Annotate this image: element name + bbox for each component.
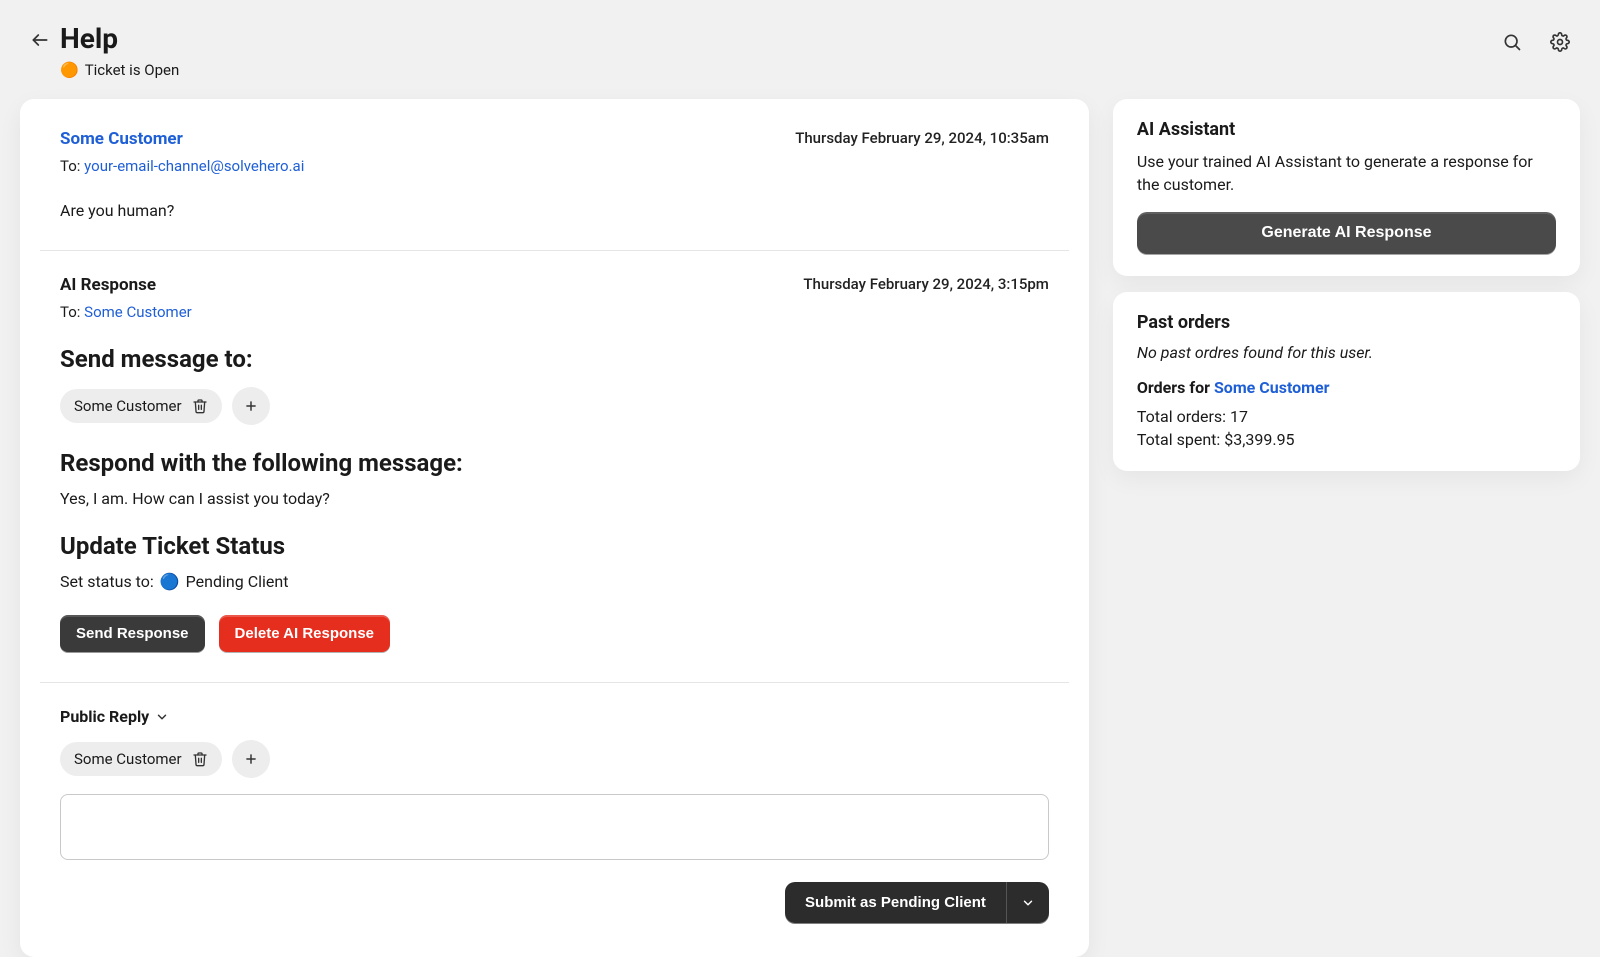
total-spent-label: Total spent: <box>1137 430 1220 449</box>
sidebar: AI Assistant Use your trained AI Assista… <box>1113 99 1580 957</box>
ai-response-block: AI Response Thursday February 29, 2024, … <box>60 275 1049 672</box>
submit-button[interactable]: Submit as Pending Client <box>785 882 1006 923</box>
status-circle-icon: 🔵 <box>160 572 180 591</box>
ai-assistant-desc: Use your trained AI Assistant to generat… <box>1137 150 1556 196</box>
total-spent-line: Total spent: $3,399.95 <box>1137 430 1556 449</box>
response-body: Yes, I am. How can I assist you today? <box>60 489 1049 508</box>
to-line: To: your-email-channel@solvehero.ai <box>60 157 1049 175</box>
ai-to-line: To: Some Customer <box>60 303 1049 321</box>
ticket-status: 🟠 Ticket is Open <box>60 61 179 79</box>
respond-heading: Respond with the following message: <box>60 449 1049 477</box>
to-label: To: <box>60 157 80 175</box>
back-arrow-icon[interactable] <box>30 30 50 50</box>
orders-for-line: Orders for Some Customer <box>1137 378 1556 397</box>
set-status-line: Set status to: 🔵 Pending Client <box>60 572 1049 591</box>
ai-action-row: Send Response Delete AI Response <box>60 615 1049 652</box>
customer-message: Some Customer Thursday February 29, 2024… <box>60 129 1049 240</box>
past-orders-title: Past orders <box>1137 312 1556 333</box>
total-orders-value: 17 <box>1230 407 1248 426</box>
set-status-prefix: Set status to: <box>60 572 154 591</box>
reply-type-label: Public Reply <box>60 707 149 726</box>
trash-icon[interactable] <box>192 398 208 414</box>
title-block: Help 🟠 Ticket is Open <box>60 22 179 79</box>
search-icon[interactable] <box>1502 32 1522 52</box>
generate-ai-response-button[interactable]: Generate AI Response <box>1137 212 1556 254</box>
ai-to-link[interactable]: Some Customer <box>84 303 192 321</box>
orders-for-label: Orders for <box>1137 378 1210 397</box>
ai-response-title: AI Response <box>60 275 156 295</box>
to-email-link[interactable]: your-email-channel@solvehero.ai <box>84 157 304 175</box>
trash-icon[interactable] <box>192 751 208 767</box>
reply-add-recipient-button[interactable] <box>232 740 270 778</box>
divider <box>40 682 1069 683</box>
reply-chip-row: Some Customer <box>60 740 1049 778</box>
reply-section: Public Reply Some Customer <box>50 707 1059 923</box>
sender-link[interactable]: Some Customer <box>60 129 183 149</box>
past-orders-card: Past orders No past ordres found for thi… <box>1113 292 1580 471</box>
gear-icon[interactable] <box>1550 32 1570 52</box>
chevron-down-icon <box>155 710 169 724</box>
page-header: Help 🟠 Ticket is Open <box>0 0 1600 89</box>
header-right <box>1502 32 1570 52</box>
total-orders-line: Total orders: 17 <box>1137 407 1556 426</box>
reply-recipient-chip: Some Customer <box>60 742 222 776</box>
header-left: Help 🟠 Ticket is Open <box>30 22 179 79</box>
send-to-chip-row: Some Customer <box>60 387 1049 425</box>
send-to-heading: Send message to: <box>60 345 1049 373</box>
no-orders-note: No past ordres found for this user. <box>1137 343 1556 362</box>
total-spent-value: $3,399.95 <box>1224 430 1294 449</box>
ai-assistant-card: AI Assistant Use your trained AI Assista… <box>1113 99 1580 276</box>
delete-ai-response-button[interactable]: Delete AI Response <box>219 615 391 652</box>
recipient-chip-label: Some Customer <box>74 397 182 415</box>
ai-response-timestamp: Thursday February 29, 2024, 3:15pm <box>803 275 1049 293</box>
ai-response-header: AI Response Thursday February 29, 2024, … <box>60 275 1049 295</box>
recipient-chip: Some Customer <box>60 389 222 423</box>
submit-dropdown-button[interactable] <box>1006 882 1049 923</box>
add-recipient-button[interactable] <box>232 387 270 425</box>
message-timestamp: Thursday February 29, 2024, 10:35am <box>795 129 1049 147</box>
submit-row: Submit as Pending Client <box>60 882 1049 923</box>
content-row: Some Customer Thursday February 29, 2024… <box>0 89 1600 957</box>
message-header: Some Customer Thursday February 29, 2024… <box>60 129 1049 149</box>
divider <box>40 250 1069 251</box>
ai-assistant-title: AI Assistant <box>1137 119 1556 140</box>
page-title: Help <box>60 22 179 55</box>
orders-customer-link[interactable]: Some Customer <box>1214 378 1330 397</box>
status-text: Ticket is Open <box>85 61 180 79</box>
send-response-button[interactable]: Send Response <box>60 615 205 652</box>
total-orders-label: Total orders: <box>1137 407 1226 426</box>
reply-type-select[interactable]: Public Reply <box>50 707 1049 726</box>
submit-button-group: Submit as Pending Client <box>785 882 1049 923</box>
status-dot-icon: 🟠 <box>60 61 79 79</box>
main-panel: Some Customer Thursday February 29, 2024… <box>20 99 1089 957</box>
message-body: Are you human? <box>60 201 1049 220</box>
reply-textarea[interactable] <box>60 794 1049 860</box>
reply-recipient-label: Some Customer <box>74 750 182 768</box>
update-status-heading: Update Ticket Status <box>60 532 1049 560</box>
ai-to-label: To: <box>60 303 80 321</box>
set-status-value: Pending Client <box>186 572 289 591</box>
